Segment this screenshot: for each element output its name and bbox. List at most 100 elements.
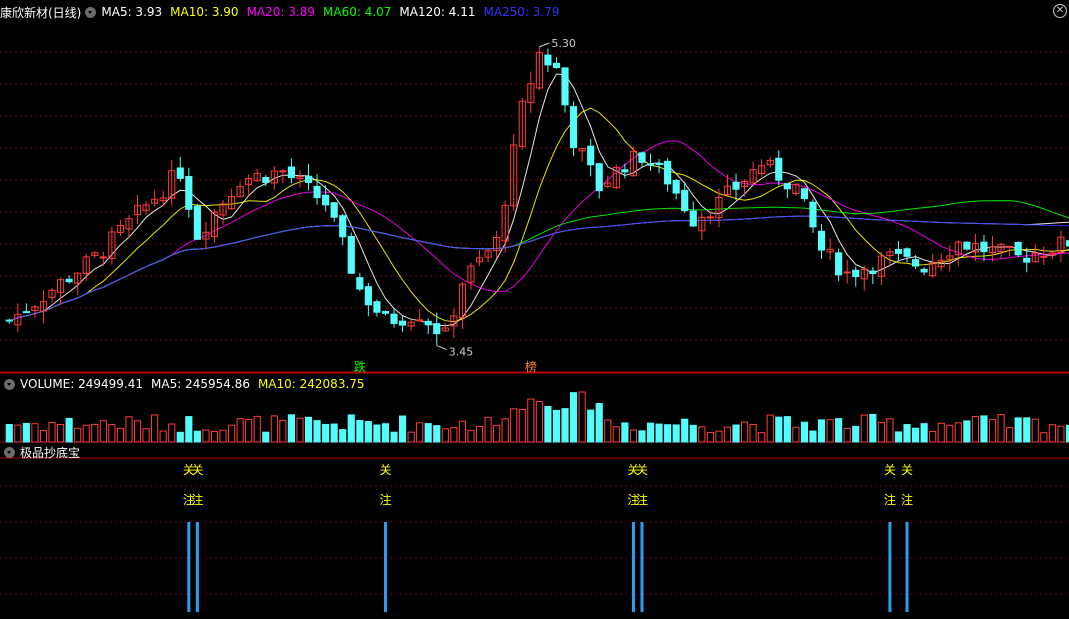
volume-bar [296, 417, 304, 443]
volume-bar [629, 429, 638, 443]
volume-bar [638, 430, 646, 443]
high-pointer [539, 42, 550, 48]
volume-bar [604, 419, 612, 443]
volume-bar [236, 418, 244, 443]
candle-body [176, 167, 184, 179]
volume-bar [484, 416, 492, 443]
volume-bar [527, 398, 535, 443]
candle-body [22, 311, 30, 314]
candle-body [920, 268, 928, 273]
event-marker: 跌 [354, 359, 366, 374]
volume-bar [800, 421, 809, 443]
signal-label-top: 关 [884, 463, 896, 477]
volume-bar [416, 422, 424, 443]
candle-body [544, 54, 552, 66]
candle-body [852, 269, 860, 278]
volume-bar [1014, 417, 1022, 443]
candle-body [356, 277, 364, 290]
candle-body [313, 185, 321, 199]
dropdown-icon[interactable] [4, 446, 15, 458]
candle-body [561, 67, 569, 106]
volume-bar [31, 423, 39, 443]
signal-bar [383, 522, 387, 612]
volume-bar [920, 423, 928, 443]
indicator-title: 极品抄底宝 [20, 445, 81, 460]
volume-bar [304, 416, 313, 443]
chart-stage[interactable]: 5.30 3.45 跌榜关注关注关注关注关注关注关注 康欣新材(日线) MA5: 3… [0, 0, 1069, 615]
volume-bar [1040, 432, 1048, 443]
volume-bar [65, 417, 73, 443]
volume-bar [612, 426, 620, 443]
close-icon[interactable]: ✕ [1053, 4, 1067, 18]
volume-bar [664, 424, 672, 443]
volume-bar [330, 423, 338, 443]
volume-bar [1023, 417, 1031, 443]
candle-body [911, 259, 920, 267]
volume-bar [809, 430, 817, 443]
volume-legend-bar: VOLUME: 249499.41 MA5: 245954.86 MA10: 242… [0, 374, 373, 394]
volume-bar [689, 424, 697, 443]
volume-bar [441, 428, 449, 443]
candle-body [65, 278, 73, 283]
ma-legend-item-4: MA120: 4.11 [399, 5, 476, 19]
volume-bar [347, 414, 355, 443]
volume-bar [168, 423, 176, 443]
volume-bar [125, 416, 133, 443]
volume-bar [783, 416, 791, 443]
volume-bar [390, 431, 398, 443]
volume-bar [510, 408, 518, 443]
candle-body [433, 323, 441, 335]
volume-bar [792, 426, 800, 443]
dropdown-icon[interactable] [4, 378, 15, 390]
volume-bar [852, 425, 860, 443]
kline-chart[interactable]: 5.303.45跌 榜关注关注关注关注关注关注关注 [0, 0, 1069, 615]
ma5-line [9, 73, 1069, 327]
dropdown-icon[interactable] [85, 6, 97, 18]
candle-body [390, 313, 398, 324]
volume-bar [749, 423, 757, 443]
signal-bar [631, 522, 635, 612]
candle-body [1014, 241, 1022, 256]
volume-bar [227, 424, 236, 443]
volume-bar [22, 422, 30, 443]
volume-bar [133, 420, 142, 443]
candle-body [193, 205, 201, 240]
candle-body [364, 286, 372, 306]
candle-body [963, 241, 971, 250]
ma-legend: MA5: 3.93 MA10: 3.90 MA20: 3.89 MA60: 4.07 M… [101, 5, 567, 19]
signal-label-top: 关 [636, 463, 648, 477]
volume-bar [262, 431, 270, 443]
volume-bar [1048, 424, 1056, 443]
volume-bar [467, 429, 475, 443]
ma-legend-item-1: MA10: 3.90 [170, 5, 239, 19]
volume-bar [715, 430, 723, 443]
signal-bar [905, 522, 909, 612]
candle-body [373, 301, 381, 313]
candle-body [587, 145, 595, 166]
candle-body [655, 163, 663, 166]
candle-body [646, 163, 655, 166]
volume-bar [723, 426, 732, 443]
signal-label-top: 关 [191, 463, 203, 477]
volume-bar [706, 431, 714, 443]
signal-label-top: 关 [901, 463, 913, 477]
candle-body [424, 320, 432, 326]
ma10-line [9, 107, 1069, 323]
volume-bar [407, 431, 415, 443]
volume-bar [954, 422, 962, 443]
volume-bar [39, 429, 48, 443]
signal-label-bottom: 注 [636, 492, 648, 507]
volume-bar [1031, 418, 1039, 443]
volume-bar [775, 416, 783, 443]
candle-body [672, 179, 680, 194]
volume-bar [270, 415, 278, 443]
candle-body [304, 175, 313, 183]
volume-bar [817, 419, 826, 443]
volume-bar [99, 420, 107, 443]
volume-bar [698, 426, 706, 443]
volume-bar [151, 414, 159, 443]
candle-body [706, 216, 714, 219]
ma-legend-item-2: MA20: 3.89 [246, 5, 315, 19]
indicator-legend-bar: 极品抄底宝 [0, 442, 80, 462]
volume-bar [997, 414, 1005, 443]
